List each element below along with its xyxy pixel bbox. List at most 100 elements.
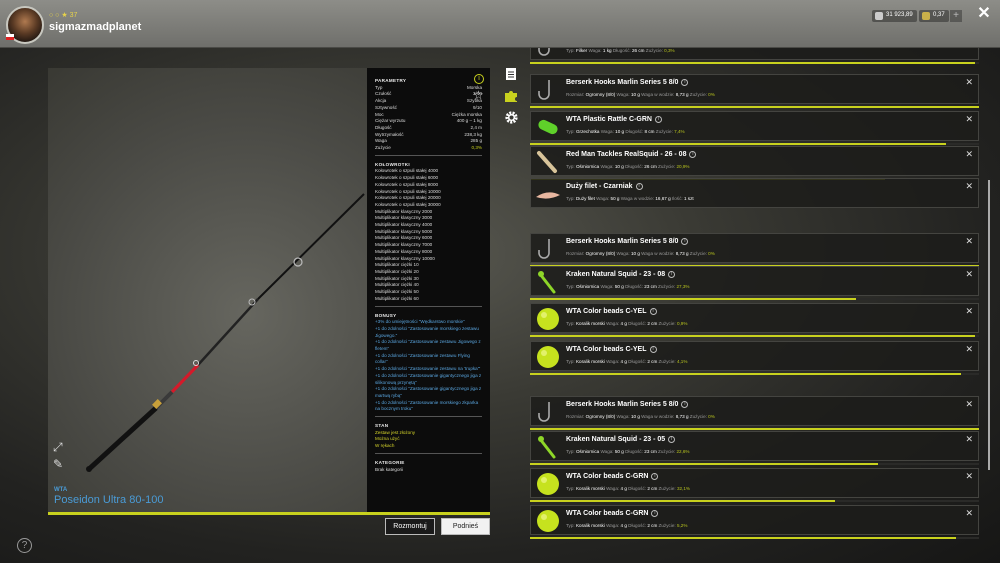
- item-meta: Typ: Koralik morski Waga: 4 g Długość: 2…: [566, 359, 688, 364]
- list-item[interactable]: Red Man Tackles RealSquid - 26 - 08 i Typ:…: [530, 146, 979, 176]
- squid-icon: [535, 149, 561, 175]
- param-row: Wytrzymałość 238,3 kg: [375, 132, 482, 139]
- remove-icon[interactable]: ✕: [965, 236, 973, 247]
- list-item[interactable]: WTA Color beads C-GRN i Typ: Koralik morsk…: [530, 505, 979, 535]
- divider: [375, 452, 482, 454]
- close-icon[interactable]: ✕: [975, 5, 993, 23]
- list-item[interactable]: WTA Color beads C-GRN i Typ: Koralik morsk…: [530, 468, 979, 498]
- info-icon[interactable]: i: [654, 116, 662, 123]
- wear-bar: [530, 143, 979, 145]
- bead-icon: [535, 344, 561, 370]
- username: sigmazmadplanet: [49, 21, 142, 33]
- param-value: 9/10: [473, 104, 482, 110]
- list-item[interactable]: WTA Color beads C-YEL i Typ: Koralik morsk…: [530, 341, 979, 371]
- item-name-text: Kraken Natural Squid - 23 - 05: [566, 436, 666, 443]
- bonus-item: +3% do umiejętności "Wędkarstwo morskie": [375, 319, 465, 325]
- puzzle-icon[interactable]: [503, 89, 519, 105]
- item-name-text: Berserk Hooks Marlin Series 5 8/0: [566, 79, 679, 86]
- reel-item: Multiplikator klasyczny 8000: [375, 248, 433, 254]
- bonus-title: BONUSY: [375, 312, 397, 318]
- list-item[interactable]: Typ: Filker Waga: 1 kg Długość: 26 cm Zu…: [530, 48, 979, 60]
- reel-item: Kołowrotek o szpuli stałej 20000: [375, 195, 441, 201]
- kraken-icon: [535, 269, 561, 295]
- bonus-list: +3% do umiejętności "Wędkarstwo morskie"…: [375, 319, 482, 413]
- divider: [375, 154, 482, 156]
- info-icon[interactable]: i: [649, 346, 657, 353]
- list-scrollbar[interactable]: [988, 180, 990, 470]
- param-row: Czułość 3/10: [375, 91, 482, 98]
- remove-icon[interactable]: ✕: [965, 269, 973, 280]
- param-value: 2,4 m: [470, 124, 483, 130]
- favorite-star-icon[interactable]: ☆: [473, 88, 484, 102]
- param-row: Zużycie 0,3%: [375, 145, 482, 152]
- info-icon[interactable]: i: [651, 510, 659, 517]
- pickup-button[interactable]: Podnieś: [441, 518, 490, 535]
- reels-title: KOŁOWROTKI: [375, 161, 410, 167]
- param-label: Waga: [375, 138, 387, 144]
- item-name-text: Berserk Hooks Marlin Series 5 8/0: [566, 238, 679, 245]
- remove-icon[interactable]: ✕: [965, 399, 973, 410]
- edit-pen-icon[interactable]: ✎: [53, 457, 63, 471]
- list-item[interactable]: Berserk Hooks Marlin Series 5 8/0 i Rozmia…: [530, 233, 979, 263]
- info-icon[interactable]: i: [635, 183, 643, 190]
- dismantle-button[interactable]: Rozmontuj: [385, 518, 435, 535]
- remove-icon[interactable]: ✕: [965, 344, 973, 355]
- info-icon[interactable]: i: [681, 401, 689, 408]
- remove-icon[interactable]: ✕: [965, 306, 973, 317]
- remove-icon[interactable]: ✕: [965, 434, 973, 445]
- param-row: Moc Ciężka morska: [375, 112, 482, 119]
- help-icon[interactable]: ?: [17, 538, 32, 553]
- wear-bar: [530, 500, 979, 502]
- add-currency-button[interactable]: +: [950, 10, 962, 22]
- info-icon[interactable]: i: [474, 74, 484, 84]
- list-item[interactable]: WTA Plastic Rattle C-GRN i Typ: Grzechotka…: [530, 111, 979, 141]
- wear-bar: [530, 537, 979, 539]
- list-item[interactable]: WTA Color beads C-YEL i Typ: Koralik morsk…: [530, 303, 979, 333]
- reel-item: Multiplikator klasyczny 7000: [375, 242, 433, 248]
- item-meta: Typ: Duży filet Waga: 50 g Waga w wodzie…: [566, 196, 694, 201]
- state-item: Zestaw jest złożony: [375, 429, 416, 435]
- silver-value: 31 923,89: [886, 12, 913, 18]
- list-item[interactable]: Duży filet - Czarniak i Typ: Duży filet Wa…: [530, 178, 979, 208]
- info-icon[interactable]: i: [651, 473, 659, 480]
- gear-icon[interactable]: [503, 110, 519, 126]
- item-meta: Typ: Grzechotka Waga: 10 g Długość: 8 cm…: [566, 129, 685, 134]
- state-item: Można użyć: [375, 436, 400, 442]
- item-name-text: WTA Color beads C-GRN: [566, 473, 649, 480]
- item-meta: Typ: Koralik morski Waga: 4 g Długość: 2…: [566, 321, 688, 326]
- silver-coin-icon: [875, 12, 883, 20]
- info-icon[interactable]: i: [649, 308, 657, 315]
- param-row: Sztywność 9/10: [375, 105, 482, 112]
- remove-icon[interactable]: ✕: [965, 114, 973, 125]
- list-item[interactable]: Kraken Natural Squid - 23 - 08 i Typ: Ośmi…: [530, 266, 979, 296]
- remove-icon[interactable]: ✕: [965, 77, 973, 88]
- wear-bar: [530, 463, 979, 465]
- info-icon[interactable]: i: [668, 271, 676, 278]
- wear-bar-fill: [530, 298, 857, 300]
- remove-icon[interactable]: ✕: [965, 471, 973, 482]
- remove-icon[interactable]: ✕: [965, 508, 973, 519]
- list-item[interactable]: Berserk Hooks Marlin Series 5 8/0 i Rozmia…: [530, 74, 979, 104]
- list-item[interactable]: Kraken Natural Squid - 23 - 05 i Typ: Ośmi…: [530, 431, 979, 461]
- item-meta: Rozmiar: Ogromny (8/0) Waga: 10 g Waga w…: [566, 92, 715, 97]
- wear-bar-fill: [530, 373, 961, 375]
- remove-icon[interactable]: ✕: [965, 181, 973, 192]
- wear-bar-fill: [530, 463, 878, 465]
- info-icon[interactable]: i: [681, 79, 689, 86]
- param-label: Typ: [375, 84, 383, 90]
- reel-item: Multiplikator ciężki 40: [375, 282, 419, 288]
- remove-icon[interactable]: ✕: [965, 149, 973, 160]
- info-icon[interactable]: i: [668, 436, 676, 443]
- param-value: 285 g: [470, 138, 483, 144]
- expand-icon[interactable]: ⤢: [53, 440, 63, 455]
- item-meta: Rozmiar: Ogromny (8/0) Waga: 10 g Waga w…: [566, 414, 715, 419]
- document-icon[interactable]: [503, 67, 519, 83]
- info-icon[interactable]: i: [689, 151, 697, 158]
- equipment-list: Typ: Filker Waga: 1 kg Długość: 26 cm Zu…: [528, 48, 980, 563]
- bead-icon: [535, 471, 561, 497]
- list-item[interactable]: Berserk Hooks Marlin Series 5 8/0 i Rozmia…: [530, 396, 979, 426]
- top-bar: ○ ○ ★ 37 sigmazmadplanet 31 923,89 0,37 …: [0, 0, 1000, 48]
- param-row: Typ Morska: [375, 85, 482, 92]
- reel-item: Kołowrotek o szpuli stałej 6000: [375, 175, 439, 181]
- info-icon[interactable]: i: [681, 238, 689, 245]
